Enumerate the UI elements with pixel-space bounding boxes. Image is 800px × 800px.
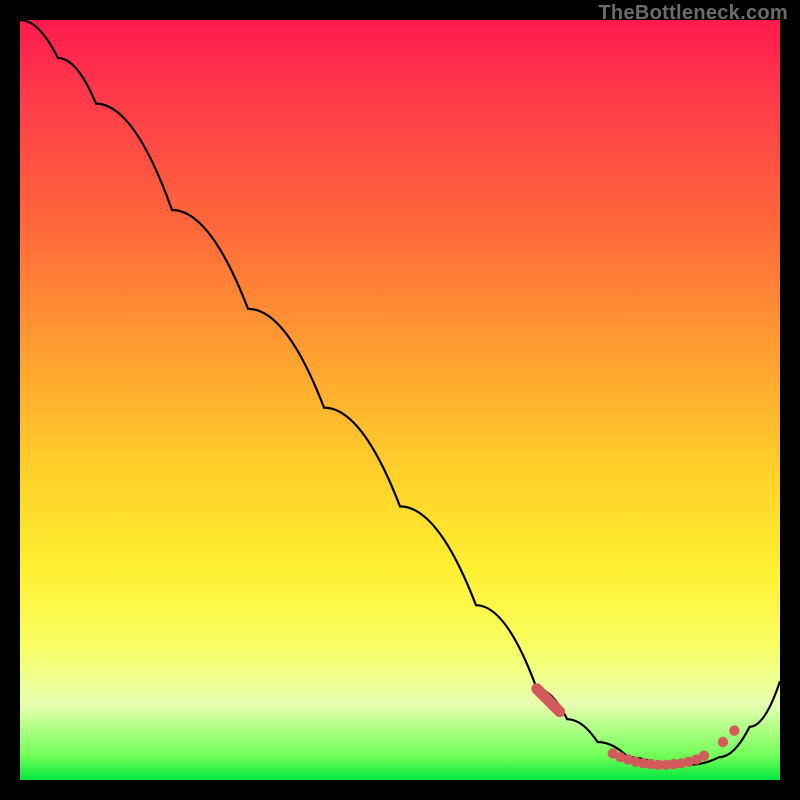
highlight-dot xyxy=(646,759,656,769)
highlight-dot xyxy=(630,757,640,767)
highlight-dot xyxy=(623,754,633,764)
highlight-dots-group xyxy=(537,689,740,770)
highlight-dot xyxy=(661,760,671,770)
highlight-dot xyxy=(668,759,678,769)
highlight-dot xyxy=(676,758,686,768)
curve-svg xyxy=(20,20,780,780)
highlight-dot xyxy=(608,748,618,758)
highlight-segment xyxy=(537,689,560,712)
highlight-dot xyxy=(691,754,701,764)
highlight-dot xyxy=(699,750,709,760)
highlight-dot xyxy=(615,752,625,762)
highlight-dot xyxy=(718,737,728,747)
chart-stage: TheBottleneck.com xyxy=(0,0,800,800)
highlight-dot xyxy=(653,760,663,770)
highlight-dot xyxy=(684,757,694,767)
performance-curve xyxy=(20,20,780,765)
chart-plot-area xyxy=(20,20,780,780)
highlight-dot xyxy=(638,758,648,768)
highlight-dot xyxy=(729,725,739,735)
